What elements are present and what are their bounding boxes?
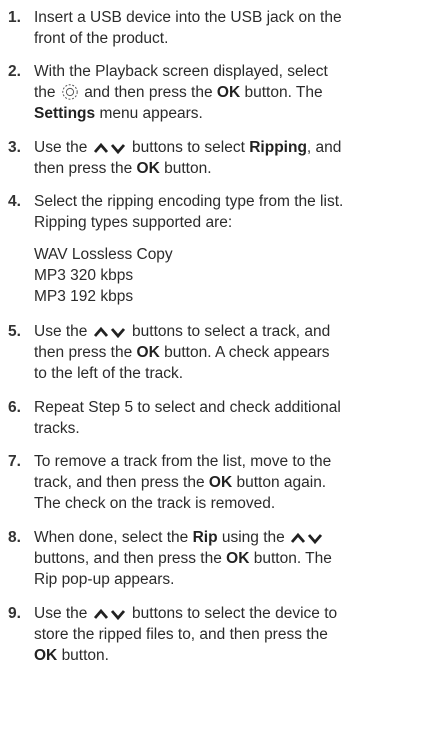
step-text: track, and then press the <box>34 474 205 491</box>
step-text: The check on the track is removed. <box>34 495 276 512</box>
list-item: MP3 320 kbps <box>34 267 134 284</box>
up-down-arrows-icon <box>93 326 125 339</box>
ok-button-label: OK <box>226 550 250 567</box>
step-text: button. The <box>253 550 332 567</box>
step-number: 7. <box>8 453 21 470</box>
ok-button-label: OK <box>208 474 233 491</box>
step-text: tracks. <box>34 420 80 437</box>
step-number: 3. <box>8 139 21 156</box>
step-text: , and <box>306 139 342 156</box>
step-text: buttons to select the device to <box>132 605 338 622</box>
step-text: using the <box>221 529 285 546</box>
step-number: 6. <box>8 399 21 416</box>
step-text: then press the <box>34 344 133 361</box>
step-text: to the left of the track. <box>34 365 184 382</box>
step-text: then press the <box>34 160 133 177</box>
ok-button-label: OK <box>34 647 58 664</box>
step-text: With the Playback screen displayed, sele… <box>34 63 328 80</box>
up-down-arrows-icon <box>291 532 323 545</box>
step-text: and then press the <box>84 84 213 101</box>
settings-menu-label: Settings <box>34 105 96 122</box>
step-text: buttons to select a track, and <box>132 323 331 340</box>
up-down-arrows-icon <box>93 142 125 155</box>
step-text: To remove a track from the list, move to… <box>34 453 332 470</box>
list-item: WAV Lossless Copy <box>34 246 173 263</box>
step-number: 9. <box>8 605 21 622</box>
up-down-arrows-icon <box>93 608 125 621</box>
step-text: buttons, and then press the <box>34 550 222 567</box>
step-text: the <box>34 84 56 101</box>
step-text: Ripping types supported are: <box>34 214 233 231</box>
step-text: Rip pop-up appears. <box>34 571 175 588</box>
gear-icon <box>62 84 78 100</box>
step-number: 1. <box>8 9 21 26</box>
instruction-document: 1. Insert a USB device into the USB jack… <box>0 0 437 744</box>
step-number: 5. <box>8 323 21 340</box>
step-text: Repeat Step 5 to select and check additi… <box>34 399 341 416</box>
step-text: store the ripped files to, and then pres… <box>34 626 328 643</box>
step-text: button. The <box>244 84 323 101</box>
step-number: 2. <box>8 63 21 80</box>
list-item: MP3 192 kbps <box>34 288 134 305</box>
step-text: button. <box>164 160 212 177</box>
step-number: 8. <box>8 529 21 546</box>
step-text: menu appears. <box>99 105 203 122</box>
step-text: button. A check appears <box>164 344 330 361</box>
step-text: button. <box>61 647 109 664</box>
rip-label: Rip <box>192 529 218 546</box>
ok-button-label: OK <box>136 344 160 361</box>
step-text: Select the ripping encoding type from th… <box>34 193 344 210</box>
step-text: Use the <box>34 605 88 622</box>
step-text: When done, select the <box>34 529 189 546</box>
ripping-label: Ripping <box>249 139 307 156</box>
ok-button-label: OK <box>136 160 160 177</box>
step-text: Insert a USB device into the USB jack on… <box>34 9 342 26</box>
step-text: front of the product. <box>34 30 169 47</box>
ok-button-label: OK <box>216 84 241 101</box>
step-text: button again. <box>236 474 327 491</box>
step-text: Use the <box>34 139 88 156</box>
ripping-types-list: WAV Lossless Copy MP3 320 kbps MP3 192 k… <box>34 244 433 307</box>
step-text: Use the <box>34 323 88 340</box>
step-number: 4. <box>8 193 21 210</box>
step-text: buttons to select <box>132 139 245 156</box>
